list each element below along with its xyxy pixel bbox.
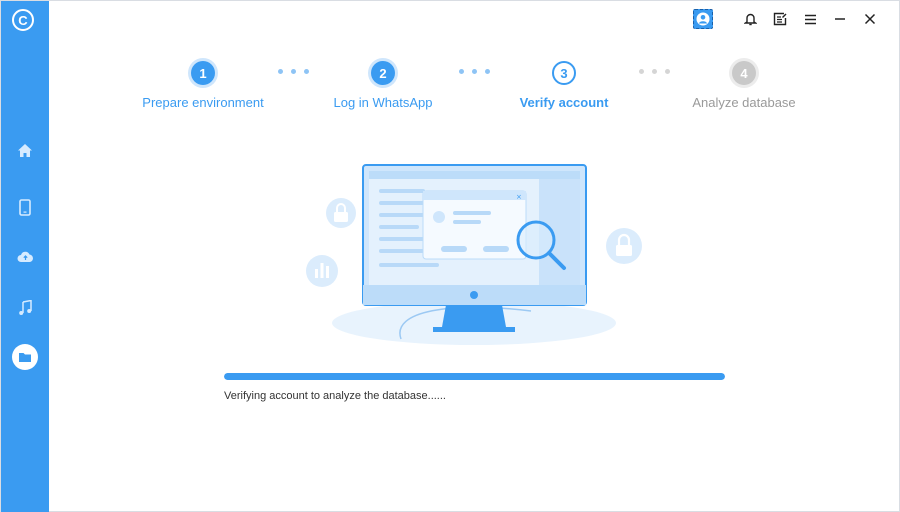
close-icon	[864, 13, 876, 25]
menu-icon	[804, 14, 816, 24]
step-number: 4	[732, 61, 756, 85]
verify-illustration: ×	[306, 164, 642, 345]
step-1: 1 Prepare environment	[123, 59, 283, 110]
step-4: 4 Analyze database	[664, 59, 824, 110]
phone-icon	[19, 198, 31, 216]
step-label: Analyze database	[692, 95, 796, 110]
title-bar	[49, 1, 899, 37]
feedback-button[interactable]	[769, 8, 791, 30]
status-text: Verifying account to analyze the databas…	[224, 390, 446, 402]
close-button[interactable]	[859, 8, 881, 30]
menu-button[interactable]	[799, 8, 821, 30]
music-icon	[19, 299, 32, 315]
step-label: Prepare environment	[142, 95, 264, 110]
sidebar-item-device[interactable]	[1, 189, 49, 225]
app-logo: C	[12, 9, 34, 31]
step-number: 3	[552, 61, 576, 85]
minimize-icon	[835, 18, 845, 20]
step-number: 1	[191, 61, 215, 85]
active-indicator	[12, 344, 38, 370]
minimize-button[interactable]	[829, 8, 851, 30]
notifications-button[interactable]	[739, 8, 761, 30]
cloud-icon	[17, 251, 33, 262]
step-label: Verify account	[519, 95, 609, 110]
step-label: Log in WhatsApp	[333, 95, 433, 110]
folder-icon	[19, 353, 31, 362]
step-3: 3 Verify account	[484, 59, 644, 110]
progress-bar	[224, 373, 725, 380]
progress-steps: 1 Prepare environment 2 Log in WhatsApp …	[49, 59, 900, 119]
account-button[interactable]	[693, 9, 713, 29]
sidebar-item-music[interactable]	[1, 289, 49, 325]
sidebar-item-home[interactable]	[1, 132, 49, 168]
step-number: 2	[371, 61, 395, 85]
step-2: 2 Log in WhatsApp	[303, 59, 463, 110]
edit-icon	[773, 12, 787, 26]
sidebar: C	[1, 1, 49, 512]
app-window: C 1 Prepare environment 2 Log in WhatsAp…	[0, 0, 900, 512]
sidebar-item-files[interactable]	[1, 339, 49, 375]
sidebar-item-cloud[interactable]	[1, 239, 49, 275]
user-icon	[696, 12, 710, 26]
bell-icon	[743, 13, 757, 26]
progress-fill	[224, 373, 725, 380]
home-icon	[18, 143, 32, 157]
svg-text:×: ×	[516, 193, 522, 201]
